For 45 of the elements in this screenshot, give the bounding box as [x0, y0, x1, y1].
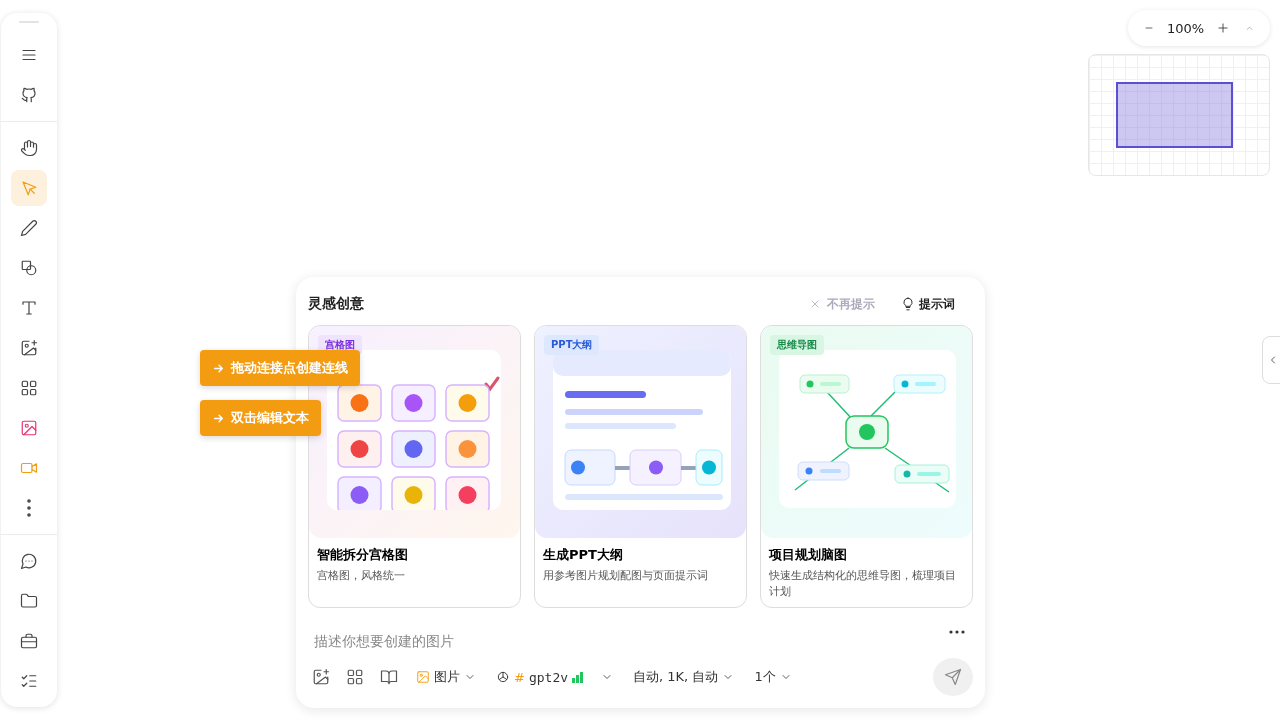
cat-icon	[20, 86, 38, 104]
signal-bars-icon	[572, 671, 584, 683]
hand-icon	[20, 139, 38, 157]
model-dropdown[interactable]: # gpt2v	[490, 665, 620, 689]
card-title: 项目规划脑图	[769, 546, 848, 564]
zoom-level: 100%	[1166, 20, 1205, 36]
card-title: 生成PPT大纲	[543, 546, 624, 564]
viewport-rectangle[interactable]	[1116, 82, 1233, 148]
prompts-button[interactable]: 提示词	[901, 295, 955, 313]
more-icon	[27, 499, 31, 517]
card-title: 智能拆分宫格图	[317, 546, 409, 564]
folder-icon	[20, 592, 38, 610]
briefcase-icon	[20, 632, 38, 650]
category-tag: PPT大纲	[544, 335, 600, 355]
task-list-icon	[20, 672, 38, 690]
grid-icon	[20, 379, 38, 397]
image-icon	[20, 419, 38, 437]
template-card[interactable]: 思维导图 项目规划脑图 快速生成结构化的思维导图，梳理项目计划	[760, 325, 973, 608]
pencil-icon	[20, 219, 38, 237]
mode-dropdown[interactable]: 图片	[410, 664, 482, 690]
hint-text: 双击编辑文本	[231, 409, 309, 427]
chat-bubble-icon	[20, 552, 38, 570]
pointer-icon	[20, 179, 38, 197]
book-icon	[380, 668, 398, 686]
settings-dropdown[interactable]: 自动, 1K, 自动	[627, 664, 741, 690]
card-description: 宫格图，风格统一	[317, 568, 406, 584]
category-tag: 思维导图	[770, 335, 824, 355]
text-icon	[20, 299, 38, 317]
side-panel-toggle[interactable]	[1262, 336, 1280, 384]
template-card[interactable]: PPT大纲 生成PPT大纲 用参考图片规划配图与页面提示词	[534, 325, 747, 608]
grid-icon	[346, 668, 364, 686]
close-icon	[809, 298, 821, 310]
panel-title: 灵感创意	[308, 295, 365, 313]
image-icon	[416, 670, 430, 684]
plus-icon	[1216, 21, 1231, 35]
count-dropdown[interactable]: 1个	[748, 664, 798, 690]
card-description: 快速生成结构化的思维导图，梳理项目计划	[769, 568, 957, 600]
image-add-icon	[20, 339, 38, 357]
shapes-icon	[20, 259, 38, 277]
more-icon	[949, 630, 965, 634]
send-icon	[944, 668, 962, 686]
image-add-icon	[312, 668, 330, 686]
lightbulb-icon	[901, 297, 915, 311]
send-button[interactable]	[933, 658, 973, 696]
card-description: 用参考图片规划配图与页面提示词	[543, 568, 709, 584]
